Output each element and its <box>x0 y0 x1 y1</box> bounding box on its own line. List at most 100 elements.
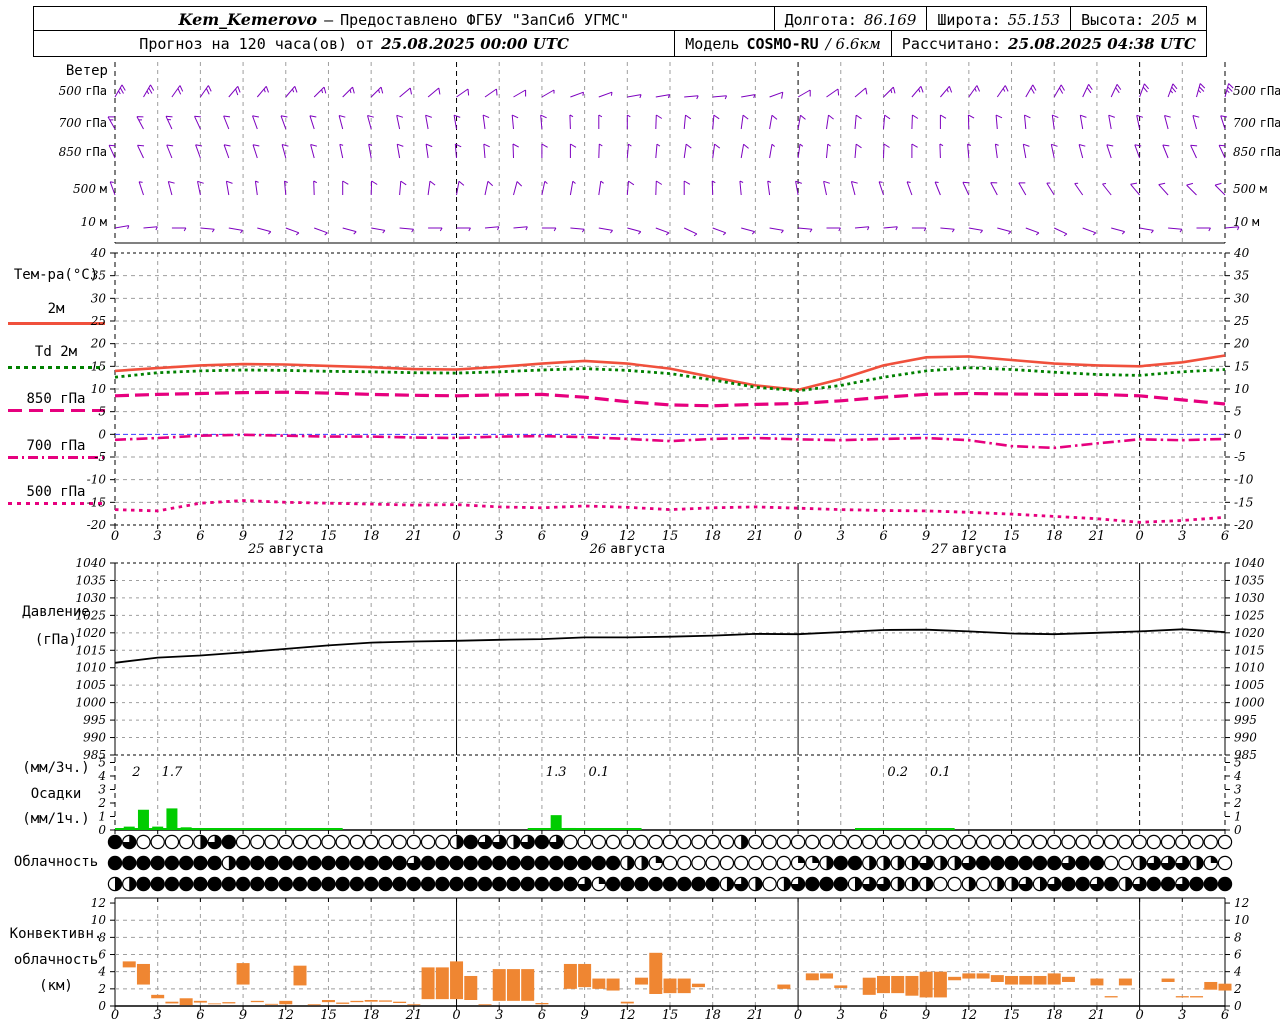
svg-text:20: 20 <box>90 337 107 351</box>
svg-text:0: 0 <box>98 823 106 837</box>
svg-text:995: 995 <box>83 713 106 727</box>
svg-text:1020: 1020 <box>1234 626 1265 640</box>
svg-text:21: 21 <box>405 529 423 544</box>
svg-text:21: 21 <box>746 1008 764 1023</box>
svg-text:1040: 1040 <box>75 556 106 570</box>
svg-text:18: 18 <box>363 529 380 544</box>
svg-text:25: 25 <box>90 314 106 328</box>
svg-text:990: 990 <box>83 731 106 745</box>
svg-text:0.1: 0.1 <box>589 765 610 780</box>
svg-text:8: 8 <box>1234 930 1242 944</box>
svg-text:3: 3 <box>154 529 162 544</box>
svg-text:-5: -5 <box>94 450 106 464</box>
svg-text:21: 21 <box>1088 529 1106 544</box>
svg-text:-5: -5 <box>1234 450 1246 464</box>
svg-text:6: 6 <box>538 1008 546 1023</box>
svg-text:9: 9 <box>580 1008 588 1023</box>
svg-text:15: 15 <box>662 1008 679 1023</box>
svg-text:18: 18 <box>1046 1008 1063 1023</box>
svg-text:3: 3 <box>495 529 503 544</box>
svg-text:0: 0 <box>111 529 119 544</box>
meteogram-page: Kem_Kemerovo — Предоставлено ФГБУ "ЗапСи… <box>0 0 1280 1024</box>
svg-text:15: 15 <box>1234 359 1249 373</box>
svg-text:1000: 1000 <box>1234 696 1265 710</box>
svg-text:1: 1 <box>1234 810 1242 824</box>
svg-text:10 м: 10 м <box>1233 215 1259 229</box>
svg-text:1010: 1010 <box>75 661 106 675</box>
svg-text:6: 6 <box>98 948 106 962</box>
svg-text:1030: 1030 <box>75 591 106 605</box>
svg-text:850 гПа: 850 гПа <box>1233 145 1280 159</box>
svg-text:0: 0 <box>452 529 460 544</box>
svg-text:35: 35 <box>91 269 106 283</box>
svg-text:-15: -15 <box>1234 495 1253 509</box>
svg-text:3: 3 <box>837 529 845 544</box>
svg-text:5: 5 <box>98 405 106 419</box>
svg-text:10: 10 <box>91 382 107 396</box>
svg-text:18: 18 <box>363 1008 380 1023</box>
svg-text:5: 5 <box>1234 405 1242 419</box>
svg-text:1005: 1005 <box>75 678 106 692</box>
svg-text:10 м: 10 м <box>81 215 107 229</box>
svg-text:18: 18 <box>704 529 721 544</box>
svg-text:1015: 1015 <box>1234 643 1265 657</box>
svg-text:21: 21 <box>746 529 764 544</box>
svg-text:500 м: 500 м <box>1233 182 1267 196</box>
svg-text:990: 990 <box>1234 731 1257 745</box>
svg-text:2: 2 <box>131 765 140 780</box>
svg-text:6: 6 <box>538 529 546 544</box>
svg-text:15: 15 <box>320 1008 337 1023</box>
svg-text:9: 9 <box>922 1008 930 1023</box>
svg-text:1.7: 1.7 <box>162 765 183 780</box>
svg-text:18: 18 <box>1046 529 1063 544</box>
svg-text:26 августа: 26 августа <box>589 542 665 557</box>
svg-text:-20: -20 <box>87 518 107 532</box>
svg-text:40: 40 <box>90 246 107 260</box>
svg-text:6: 6 <box>1221 529 1229 544</box>
svg-text:-10: -10 <box>87 473 107 487</box>
svg-text:1010: 1010 <box>1234 661 1265 675</box>
svg-text:15: 15 <box>1003 1008 1020 1023</box>
svg-text:2: 2 <box>97 796 106 810</box>
svg-text:40: 40 <box>1233 246 1250 260</box>
svg-text:15: 15 <box>91 359 106 373</box>
svg-text:9: 9 <box>922 529 930 544</box>
svg-text:6: 6 <box>196 529 204 544</box>
svg-text:4: 4 <box>1233 965 1242 979</box>
svg-text:700 гПа: 700 гПа <box>1233 116 1280 130</box>
svg-text:10: 10 <box>1234 382 1250 396</box>
svg-text:3: 3 <box>1234 783 1242 797</box>
svg-text:3: 3 <box>1178 529 1186 544</box>
svg-text:1025: 1025 <box>1234 608 1265 622</box>
svg-text:6: 6 <box>879 529 887 544</box>
svg-text:3: 3 <box>495 1008 503 1023</box>
svg-text:500 м: 500 м <box>73 182 107 196</box>
svg-text:1040: 1040 <box>1234 556 1265 570</box>
svg-text:6: 6 <box>196 1008 204 1023</box>
svg-text:6: 6 <box>879 1008 887 1023</box>
svg-text:9: 9 <box>239 529 247 544</box>
svg-text:-20: -20 <box>1234 518 1254 532</box>
svg-text:30: 30 <box>91 291 107 305</box>
svg-text:18: 18 <box>704 1008 721 1023</box>
svg-text:995: 995 <box>1234 713 1257 727</box>
svg-text:0.1: 0.1 <box>930 765 951 780</box>
svg-text:0: 0 <box>1234 999 1242 1013</box>
svg-text:25 августа: 25 августа <box>247 542 323 557</box>
svg-text:12: 12 <box>961 1008 978 1023</box>
svg-text:-10: -10 <box>1234 473 1254 487</box>
svg-text:25: 25 <box>1233 314 1249 328</box>
svg-text:500 гПа: 500 гПа <box>1233 84 1280 98</box>
svg-text:0: 0 <box>98 999 106 1013</box>
svg-text:1.3: 1.3 <box>546 765 567 780</box>
svg-text:500 гПа: 500 гПа <box>59 84 107 98</box>
svg-text:0: 0 <box>1135 1008 1143 1023</box>
svg-text:12: 12 <box>277 1008 294 1023</box>
svg-text:12: 12 <box>619 1008 636 1023</box>
svg-text:12: 12 <box>91 896 106 910</box>
svg-text:20: 20 <box>1233 337 1250 351</box>
svg-text:-15: -15 <box>87 495 106 509</box>
svg-text:1015: 1015 <box>75 643 106 657</box>
svg-text:0.2: 0.2 <box>887 765 908 780</box>
svg-text:700 гПа: 700 гПа <box>59 116 107 130</box>
